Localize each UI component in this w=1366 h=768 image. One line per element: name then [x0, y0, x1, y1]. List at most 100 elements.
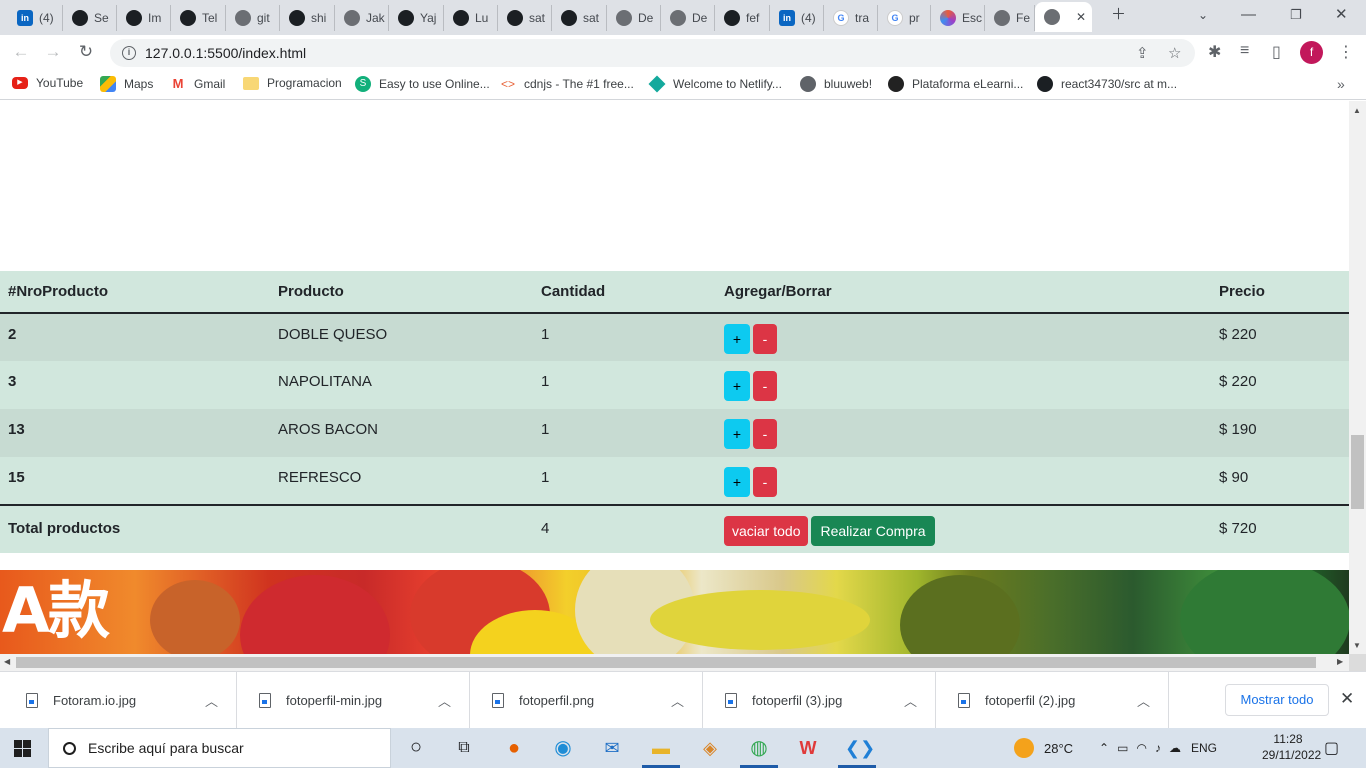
bookmark-item[interactable]: M Gmail: [170, 76, 226, 92]
bookmark-item[interactable]: Maps: [100, 76, 153, 92]
scroll-left-icon[interactable]: ◀: [4, 657, 10, 666]
tab[interactable]: Im: [117, 5, 171, 31]
tab[interactable]: Se: [63, 5, 117, 31]
chevron-up-icon[interactable]: ︿: [671, 691, 684, 710]
taskbar-search-box[interactable]: Escribe aquí para buscar: [48, 728, 391, 768]
volume-icon[interactable]: ♪: [1155, 741, 1161, 755]
bookmark-item[interactable]: <> cdnjs - The #1 free...: [500, 76, 634, 92]
tab[interactable]: Jak: [335, 5, 389, 31]
cortana-icon[interactable]: ○: [404, 736, 428, 760]
tab[interactable]: Esc: [931, 5, 985, 31]
tab[interactable]: Fe: [985, 5, 1035, 31]
omnibox[interactable]: i 127.0.0.1:5500/index.html: [110, 39, 1195, 67]
tab[interactable]: shi: [280, 5, 335, 31]
close-downloads-icon[interactable]: ✕: [1340, 689, 1354, 709]
increase-quantity-button[interactable]: +: [724, 467, 750, 497]
scroll-down-icon[interactable]: ▼: [1353, 641, 1361, 650]
chevron-up-icon[interactable]: ︿: [205, 691, 218, 710]
bookmark-item[interactable]: react34730/src at m...: [1037, 76, 1177, 92]
language-indicator[interactable]: ENG: [1191, 741, 1217, 755]
file-explorer-icon[interactable]: ▬: [649, 736, 673, 760]
chrome-icon[interactable]: ◍: [747, 736, 771, 760]
download-item[interactable]: fotoperfil (3).jpg ︿: [703, 672, 936, 728]
mail-icon[interactable]: ✉: [600, 736, 624, 760]
download-item[interactable]: fotoperfil (2).jpg ︿: [936, 672, 1169, 728]
tab[interactable]: Gpr: [878, 5, 931, 31]
bookmark-item[interactable]: Programacion: [243, 76, 342, 90]
tab[interactable]: Lu: [444, 5, 498, 31]
scroll-up-icon[interactable]: ▲: [1353, 106, 1361, 115]
forward-button[interactable]: →: [41, 41, 65, 65]
new-tab-button[interactable]: ＋: [1111, 5, 1126, 25]
notifications-icon[interactable]: ▢: [1324, 738, 1339, 758]
restore-window-button[interactable]: ❐: [1290, 5, 1302, 25]
download-item[interactable]: fotoperfil.png ︿: [470, 672, 703, 728]
brave-icon[interactable]: ◈: [698, 736, 722, 760]
back-button[interactable]: ←: [9, 41, 33, 65]
vertical-scroll-thumb[interactable]: [1351, 435, 1364, 509]
minimize-window-button[interactable]: —: [1241, 5, 1256, 25]
increase-quantity-button[interactable]: +: [724, 324, 750, 354]
tab[interactable]: in (4): [770, 5, 824, 31]
bookmark-item[interactable]: bluuweb!: [800, 76, 872, 92]
tab[interactable]: Gtra: [824, 5, 878, 31]
share-icon[interactable]: ⇪: [1136, 44, 1149, 62]
close-tab-icon[interactable]: ✕: [1076, 10, 1086, 24]
bookmarks-overflow-icon[interactable]: »: [1337, 76, 1345, 92]
close-window-button[interactable]: ✕: [1335, 5, 1348, 25]
bookmark-item[interactable]: ▶ YouTube: [12, 76, 83, 90]
tab[interactable]: Tel: [171, 5, 226, 31]
decrease-quantity-button[interactable]: -: [753, 324, 777, 354]
increase-quantity-button[interactable]: +: [724, 419, 750, 449]
wps-office-icon[interactable]: W: [796, 736, 820, 760]
tab-search-chevron-icon[interactable]: ⌄: [1198, 5, 1208, 25]
firefox-icon[interactable]: ●: [502, 736, 526, 760]
decrease-quantity-button[interactable]: -: [753, 467, 777, 497]
download-item[interactable]: Fotoram.io.jpg ︿: [4, 672, 237, 728]
tab[interactable]: git: [226, 5, 280, 31]
bookmark-item[interactable]: Plataforma eLearni...: [888, 76, 1023, 92]
bookmark-item[interactable]: S Easy to use Online...: [355, 76, 490, 92]
tab-active[interactable]: ✕: [1035, 2, 1092, 32]
extensions-icon[interactable]: ✱: [1208, 42, 1221, 62]
download-item[interactable]: fotoperfil-min.jpg ︿: [237, 672, 470, 728]
network-icon[interactable]: ◠: [1136, 741, 1146, 755]
vscode-icon[interactable]: ❮❯: [845, 736, 875, 760]
increase-quantity-button[interactable]: +: [724, 371, 750, 401]
bookmark-item[interactable]: Welcome to Netlify...: [648, 75, 782, 93]
edge-icon[interactable]: ◉: [551, 736, 575, 760]
tab[interactable]: De: [661, 5, 715, 31]
onedrive-icon[interactable]: ☁: [1169, 741, 1181, 755]
tab[interactable]: in (4): [8, 5, 63, 31]
tray-chevron-icon[interactable]: ⌃: [1099, 741, 1109, 755]
tab[interactable]: De: [607, 5, 661, 31]
decrease-quantity-button[interactable]: -: [753, 371, 777, 401]
media-controls-icon[interactable]: ≡: [1240, 42, 1249, 60]
profile-avatar[interactable]: f: [1300, 41, 1323, 64]
reload-button[interactable]: ↻: [74, 41, 98, 65]
tab[interactable]: sat: [552, 5, 607, 31]
battery-icon[interactable]: ▭: [1117, 741, 1128, 755]
task-view-icon[interactable]: ⧉: [452, 736, 476, 760]
chevron-up-icon[interactable]: ︿: [1137, 691, 1150, 710]
tab[interactable]: sat: [498, 5, 552, 31]
empty-cart-button[interactable]: vaciar todo: [724, 516, 809, 546]
decrease-quantity-button[interactable]: -: [753, 419, 777, 449]
tab[interactable]: Yaj: [389, 5, 444, 31]
bookmark-star-icon[interactable]: ☆: [1168, 44, 1181, 62]
windows-start-icon[interactable]: [14, 740, 31, 757]
scroll-right-icon[interactable]: ▶: [1337, 657, 1343, 666]
checkout-button[interactable]: Realizar Compra: [811, 516, 935, 546]
weather-icon[interactable]: [1014, 738, 1034, 758]
browser-menu-icon[interactable]: ⋮: [1338, 42, 1354, 62]
tab[interactable]: fef: [715, 5, 770, 31]
site-info-icon[interactable]: i: [122, 46, 136, 60]
side-panel-icon[interactable]: ▯: [1272, 42, 1281, 62]
show-all-downloads-button[interactable]: Mostrar todo: [1225, 684, 1329, 716]
vertical-scrollbar[interactable]: [1349, 101, 1366, 654]
system-clock[interactable]: 11:28 29/11/2022: [1262, 731, 1321, 763]
horizontal-scroll-thumb[interactable]: [16, 657, 1316, 668]
search-placeholder: Escribe aquí para buscar: [88, 740, 244, 756]
chevron-up-icon[interactable]: ︿: [904, 691, 917, 710]
chevron-up-icon[interactable]: ︿: [438, 691, 451, 710]
